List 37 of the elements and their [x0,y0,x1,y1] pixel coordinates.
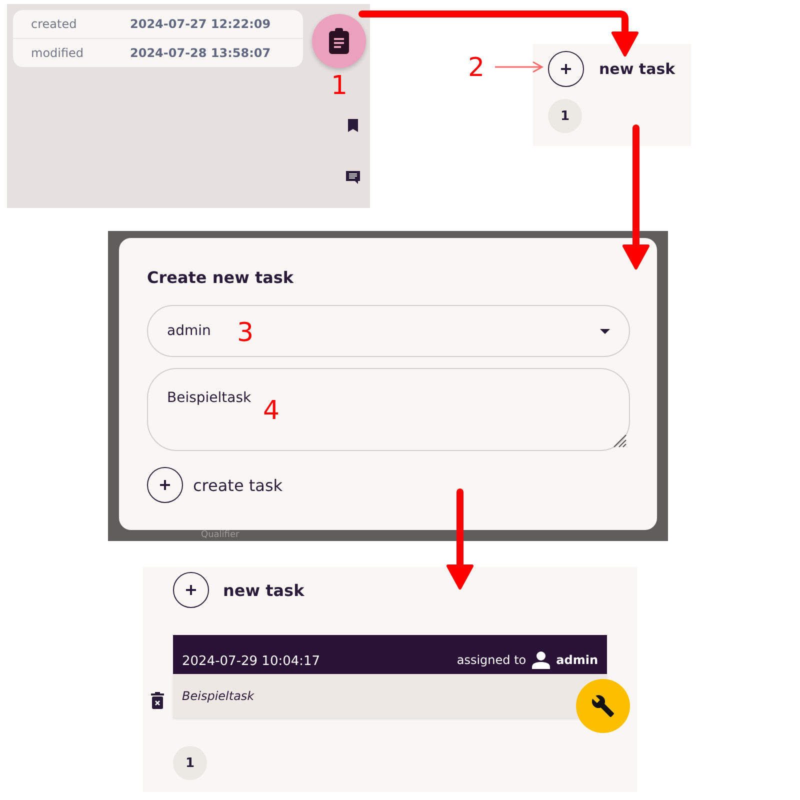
page-button[interactable]: 1 [173,746,207,780]
trash-icon [151,692,164,709]
resize-handle-icon [611,432,627,448]
field-label: created [31,17,78,31]
field-value: 2024-07-27 12:22:09 [130,17,271,31]
caret-icon [600,328,610,334]
task-timestamp: 2024-07-29 10:04:17 [182,654,320,669]
add-button[interactable] [548,51,584,87]
step-number: 3 [237,320,254,346]
person-icon [532,651,550,669]
wrench-icon [591,694,615,718]
add-button[interactable] [173,572,209,608]
bookmark-icon [347,118,359,132]
comment-icon [346,170,360,184]
plus-icon [185,584,197,596]
button-label[interactable]: new task [599,60,676,78]
tasks-button[interactable] [312,14,366,68]
assigned-label: assigned to [456,653,526,667]
field-label: modified [31,46,85,60]
button-label[interactable]: create task [193,476,283,494]
button-label[interactable]: new task [223,580,304,600]
step-number: 1 [331,73,348,99]
field-value: 2024-07-28 13:58:07 [130,46,271,60]
edit-button[interactable] [576,679,630,733]
dialog-title: Create new task [147,268,295,287]
clipboard-icon [328,27,350,55]
add-button[interactable] [147,467,183,503]
plus-icon [560,63,572,75]
delete-button[interactable] [151,692,164,709]
step-number: 2 [468,55,485,81]
task-text: Beispieltask [182,689,254,703]
page-button[interactable]: 1 [548,99,582,133]
step-number: 4 [263,398,280,424]
assignee-name: admin [556,653,598,667]
arrow [495,61,544,73]
backdrop-label: Qualifier [201,531,240,540]
plus-icon [159,479,171,491]
